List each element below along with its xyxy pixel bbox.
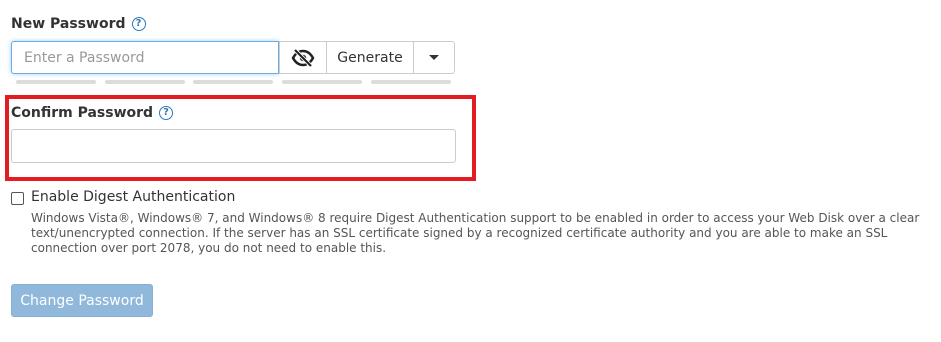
digest-auth-help-text: Windows Vista®, Windows® 7, and Windows®… [31, 211, 920, 255]
generate-button[interactable]: Generate [326, 41, 414, 74]
change-password-button[interactable]: Change Password [11, 284, 153, 317]
strength-meter-segment [105, 80, 185, 84]
question-circle-icon[interactable]: ? [131, 17, 146, 31]
generate-options-dropdown[interactable] [413, 41, 455, 74]
confirm-password-label: Confirm Password [11, 105, 154, 121]
new-password-input[interactable] [11, 41, 279, 74]
confirm-password-input[interactable] [11, 129, 456, 163]
strength-meter-segment [371, 80, 451, 84]
strength-meter-segment [282, 80, 362, 84]
question-circle-icon[interactable]: ? [159, 106, 174, 120]
new-password-label-row: New Password ? [11, 16, 146, 32]
new-password-label: New Password [11, 16, 126, 32]
change-password-button-label: Change Password [20, 292, 144, 309]
toggle-visibility-button[interactable] [279, 41, 327, 74]
generate-button-label: Generate [337, 49, 403, 66]
caret-down-icon [429, 55, 439, 60]
eye-slash-icon [291, 48, 315, 67]
digest-auth-checkbox[interactable] [11, 192, 24, 205]
strength-meter-segment [16, 80, 96, 84]
digest-auth-label[interactable]: Enable Digest Authentication [31, 189, 235, 205]
strength-meter-segment [193, 80, 273, 84]
confirm-password-label-row: Confirm Password ? [11, 105, 174, 121]
